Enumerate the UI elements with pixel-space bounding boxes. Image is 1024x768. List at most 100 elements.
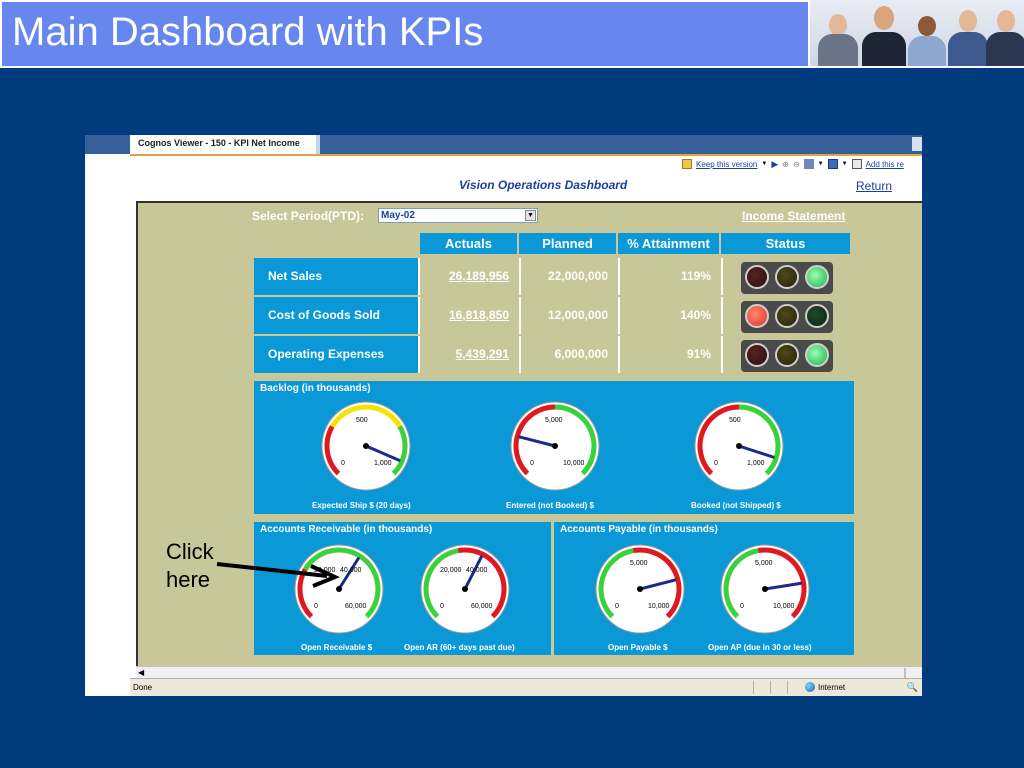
annotation-arrow-icon (216, 562, 341, 588)
traffic-light-icon (741, 301, 833, 333)
row-label: Net Sales (254, 258, 418, 295)
gauge-hub (462, 586, 468, 592)
person-figure (948, 4, 988, 66)
toolbar-divider (130, 154, 922, 156)
gauge-dial-icon[interactable] (590, 539, 690, 639)
related-links-icon[interactable] (803, 159, 814, 169)
actuals-link[interactable]: 26,189,956 (449, 269, 509, 283)
run-icon[interactable]: ▶ (771, 159, 778, 170)
gauge-tick-label: 0 (615, 603, 619, 610)
viewer-toolbar: Keep this version ▼ ▶ ⊕ ⊖ ▼ ▼ Add this r… (682, 157, 904, 171)
dashboard-panel: Select Period(PTD): May-02 ▼ Income Stat… (136, 201, 922, 666)
period-value: May-02 (381, 210, 415, 221)
status-cell (721, 258, 852, 295)
add-bookmark-icon[interactable] (851, 159, 862, 169)
dropdown-arrow-icon[interactable]: ▼ (818, 161, 824, 167)
gauge-dial-icon[interactable] (415, 539, 515, 639)
gauge-tick-label: 60,000 (345, 603, 367, 610)
scroll-left-icon[interactable]: ◀ (138, 668, 144, 677)
tab-cognos-viewer[interactable]: Cognos Viewer - 150 - KPI Net Income (130, 135, 320, 154)
slide-title-bar: Main Dashboard with KPIs (0, 0, 810, 68)
gauge-dial-icon[interactable] (689, 396, 789, 496)
zoom-icon[interactable]: 🔍 (907, 682, 918, 693)
tab-strip: Cognos Viewer - 150 - KPI Net Income (85, 135, 922, 154)
view-format-icon[interactable] (827, 159, 838, 169)
green-lamp-icon (805, 304, 829, 328)
dashboard-title: Vision Operations Dashboard (459, 178, 628, 192)
traffic-light-icon (741, 340, 833, 372)
gauge-tick-label: 0 (714, 460, 718, 467)
dropdown-arrow-icon[interactable]: ▼ (842, 161, 848, 167)
business-people-photo (810, 0, 1024, 68)
red-lamp-icon (745, 304, 769, 328)
cognos-viewer-window: Cognos Viewer - 150 - KPI Net Income Kee… (85, 135, 922, 696)
dropdown-arrow-icon[interactable]: ▼ (761, 161, 767, 167)
person-figure (908, 10, 946, 66)
planned-cell: 6,000,000 (519, 336, 618, 373)
keep-version-link[interactable]: Keep this version (696, 160, 757, 169)
traffic-light-icon (741, 262, 833, 294)
scroll-divider (904, 668, 906, 678)
zone-text: Internet (818, 683, 846, 692)
return-link[interactable]: Return (856, 179, 892, 193)
gauge-tick-label: 1,000 (374, 460, 392, 467)
header-status: Status (721, 233, 850, 254)
green-lamp-icon (805, 343, 829, 367)
gauge-tick-label: 0 (314, 603, 318, 610)
actuals-link[interactable]: 16,818,850 (449, 308, 509, 322)
red-lamp-icon (745, 343, 769, 367)
annotation-line: here (166, 567, 211, 592)
gauge-tick-label: 0 (740, 603, 744, 610)
drill-up-icon[interactable]: ⊖ (793, 160, 800, 169)
gauge-tick-label: 5,000 (755, 560, 773, 567)
actuals-link[interactable]: 5,439,291 (456, 347, 509, 361)
gauge-tick-label: 10,000 (648, 603, 670, 610)
actuals-cell: 5,439,291 (418, 336, 519, 373)
attainment-cell: 119% (618, 258, 721, 295)
add-this-link[interactable]: Add this re (866, 160, 904, 169)
planned-cell: 12,000,000 (519, 297, 618, 334)
header-attainment: % Attainment (618, 233, 719, 254)
keep-version-icon[interactable] (682, 159, 692, 169)
gauge-label: Booked (not Shipped) $ (691, 501, 781, 510)
green-lamp-icon (805, 265, 829, 289)
chevron-down-icon[interactable]: ▼ (525, 210, 536, 221)
gauge-tick-label: 500 (356, 417, 368, 424)
gauge-label: Open AP (due in 30 or less) (708, 643, 812, 652)
gauge-dial-icon[interactable] (316, 396, 416, 496)
annotation-line: Click (166, 539, 214, 564)
gauge-tick-label: 10,000 (563, 460, 585, 467)
gauge-hub (363, 443, 369, 449)
gauge-label: Entered (not Booked) $ (506, 501, 595, 510)
gauge-tick-label: 5,000 (630, 560, 648, 567)
slide-title: Main Dashboard with KPIs (12, 10, 484, 54)
gauge-tick-label: 60,000 (471, 603, 493, 610)
gauge-tick-label: 40,000 (466, 567, 488, 574)
gauge-label: Expected Ship $ (20 days) (312, 501, 411, 510)
yellow-lamp-icon (775, 343, 799, 367)
gauge-tick-label: 10,000 (773, 603, 795, 610)
planned-cell: 22,000,000 (519, 258, 618, 295)
status-divider (770, 681, 771, 694)
period-select[interactable]: May-02 ▼ (378, 208, 538, 223)
gauge-tick-label: 20,000 (440, 567, 462, 574)
status-cell (721, 336, 852, 373)
backlog-title: Backlog (in thousands) (260, 383, 371, 394)
gauge-label: Open AR (60+ days past due) (404, 643, 515, 652)
row-label: Cost of Goods Sold (254, 297, 418, 334)
attainment-cell: 140% (618, 297, 721, 334)
status-bar: Done Internet 🔍 (130, 678, 922, 696)
gauge-dial-icon[interactable] (505, 396, 605, 496)
status-text: Done (133, 683, 153, 692)
gauge-dial-icon[interactable] (715, 539, 815, 639)
drill-down-icon[interactable]: ⊕ (782, 160, 789, 169)
gauge-hub (552, 443, 558, 449)
income-statement-link[interactable]: Income Statement (742, 209, 845, 223)
actuals-cell: 26,189,956 (418, 258, 519, 295)
person-figure (818, 6, 858, 66)
window-icon (912, 137, 922, 151)
payable-title: Accounts Payable (in thousands) (560, 524, 718, 535)
actuals-cell: 16,818,850 (418, 297, 519, 334)
status-divider (787, 681, 788, 694)
gauge-hub (762, 586, 768, 592)
